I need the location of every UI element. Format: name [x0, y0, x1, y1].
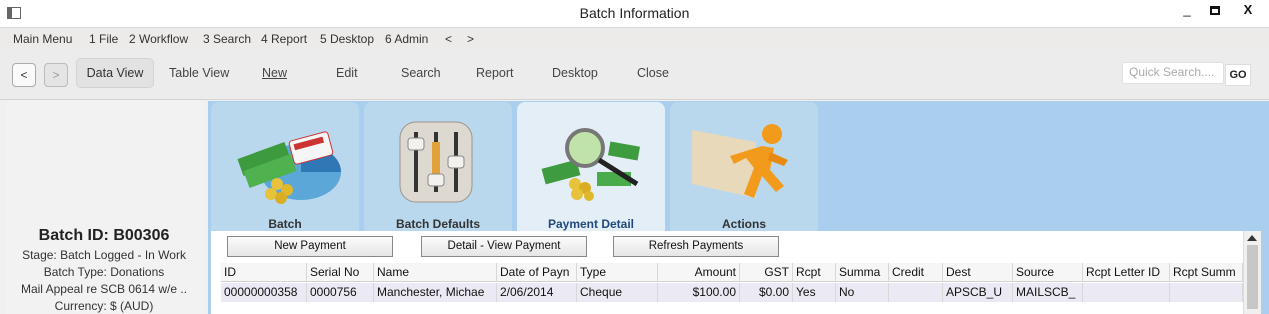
- title-bar: Batch Information _ X: [0, 0, 1269, 28]
- batch-id: Batch ID: B00306: [38, 227, 170, 244]
- magnifier-money-icon: [541, 128, 640, 201]
- tab-batch-defaults[interactable]: Batch Defaults: [364, 102, 512, 233]
- menu-search[interactable]: 3 Search: [203, 32, 251, 46]
- close-window-button[interactable]: X: [1233, 0, 1263, 20]
- forward-button[interactable]: >: [44, 63, 68, 87]
- cell-id: 00000000358: [221, 283, 307, 302]
- cell-summary: No: [836, 283, 889, 302]
- data-view-button[interactable]: Data View: [76, 58, 154, 88]
- batch-stage: Stage: Batch Logged - In Work: [22, 248, 186, 262]
- close-button[interactable]: Close: [637, 66, 669, 80]
- running-man-icon: [692, 124, 788, 198]
- search-button[interactable]: Search: [401, 66, 441, 80]
- column-header[interactable]: Summa: [836, 263, 889, 282]
- tab-payment-detail[interactable]: Payment Detail: [517, 102, 665, 233]
- detail-view-payment-button[interactable]: Detail - View Payment: [421, 236, 587, 257]
- toolbar: < > Data View Table View New Edit Search…: [0, 50, 1269, 100]
- quick-search-input[interactable]: Quick Search....: [1122, 62, 1224, 84]
- column-header[interactable]: Type: [577, 263, 658, 282]
- desktop-button[interactable]: Desktop: [552, 66, 598, 80]
- batch-summary-panel: Batch ID: B00306 Stage: Batch Logged - I…: [0, 101, 208, 314]
- minimize-button[interactable]: _: [1172, 0, 1202, 20]
- menu-report[interactable]: 4 Report: [261, 32, 307, 46]
- column-header[interactable]: Source: [1013, 263, 1083, 282]
- batch-type: Batch Type: Donations: [43, 265, 165, 279]
- cell-credit: [889, 283, 943, 302]
- cell-date: 2/06/2014: [497, 283, 577, 302]
- cell-rcpt-letter-id: [1083, 283, 1170, 302]
- menu-scroll-right[interactable]: >: [467, 32, 474, 46]
- money-card-icon: [237, 131, 341, 204]
- menu-bar: Main Menu 1 File 2 Workflow 3 Search 4 R…: [0, 28, 1269, 50]
- vertical-scrollbar[interactable]: [1243, 231, 1261, 314]
- column-header[interactable]: Date of Payn: [497, 263, 577, 282]
- refresh-payments-button[interactable]: Refresh Payments: [613, 236, 779, 257]
- cell-source: MAILSCB_: [1013, 283, 1083, 302]
- menu-main[interactable]: Main Menu: [13, 32, 72, 46]
- menu-scroll-left[interactable]: <: [445, 32, 452, 46]
- cell-dest: APSCB_U: [943, 283, 1013, 302]
- menu-workflow[interactable]: 2 Workflow: [129, 32, 188, 46]
- table-row[interactable]: 00000000358 0000756 Manchester, Michae 2…: [221, 283, 1243, 302]
- grid-header-row: ID Serial No Name Date of Payn Type Amou…: [221, 263, 1243, 282]
- tab-payment-detail-label: Payment Detail: [547, 217, 635, 231]
- column-header[interactable]: Credit: [889, 263, 943, 282]
- column-header[interactable]: Dest: [943, 263, 1013, 282]
- cell-type: Cheque: [577, 283, 658, 302]
- cell-amount: $100.00: [658, 283, 740, 302]
- table-view-button[interactable]: Table View: [169, 66, 229, 80]
- sliders-icon: [399, 121, 473, 203]
- cell-rcpt: Yes: [793, 283, 836, 302]
- go-button[interactable]: GO: [1225, 64, 1251, 86]
- report-button[interactable]: Report: [476, 66, 514, 80]
- tab-actions-label: Actions: [721, 217, 766, 231]
- main-area: Batch Batch Defaults Payment Detail Acti…: [208, 101, 1269, 314]
- tab-actions[interactable]: Actions: [670, 102, 818, 233]
- menu-admin[interactable]: 6 Admin: [385, 32, 428, 46]
- payment-detail-panel: New Payment Detail - View Payment Refres…: [211, 231, 1247, 314]
- menu-file[interactable]: 1 File: [89, 32, 118, 46]
- tab-batch-label: Batch: [268, 217, 302, 231]
- new-payment-button[interactable]: New Payment: [227, 236, 393, 257]
- column-header[interactable]: Rcpt Letter ID: [1083, 263, 1170, 282]
- tab-batch[interactable]: Batch: [211, 102, 359, 233]
- scroll-up-icon[interactable]: [1247, 235, 1257, 241]
- column-header[interactable]: GST: [740, 263, 793, 282]
- cell-rcpt-summ: [1170, 283, 1243, 302]
- column-header[interactable]: Rcpt Summ: [1170, 263, 1243, 282]
- cell-serial-no: 0000756: [307, 283, 374, 302]
- column-header[interactable]: Rcpt: [793, 263, 836, 282]
- tab-batch-defaults-label: Batch Defaults: [395, 217, 481, 231]
- column-header[interactable]: Amount: [658, 263, 740, 282]
- maximize-icon: [1210, 6, 1220, 16]
- edit-button[interactable]: Edit: [336, 66, 358, 80]
- cell-name: Manchester, Michae: [374, 283, 497, 302]
- batch-currency: Currency: $ (AUD): [54, 299, 154, 313]
- new-button[interactable]: New: [262, 66, 287, 80]
- cell-gst: $0.00: [740, 283, 793, 302]
- window-title: Batch Information: [579, 5, 690, 21]
- column-header[interactable]: ID: [221, 263, 307, 282]
- back-button[interactable]: <: [12, 63, 36, 87]
- scroll-thumb[interactable]: [1247, 245, 1258, 309]
- maximize-button[interactable]: [1200, 0, 1230, 20]
- batch-description: Mail Appeal re SCB 0614 w/e ..: [20, 282, 188, 296]
- column-header[interactable]: Name: [374, 263, 497, 282]
- menu-desktop[interactable]: 5 Desktop: [320, 32, 374, 46]
- column-header[interactable]: Serial No: [307, 263, 374, 282]
